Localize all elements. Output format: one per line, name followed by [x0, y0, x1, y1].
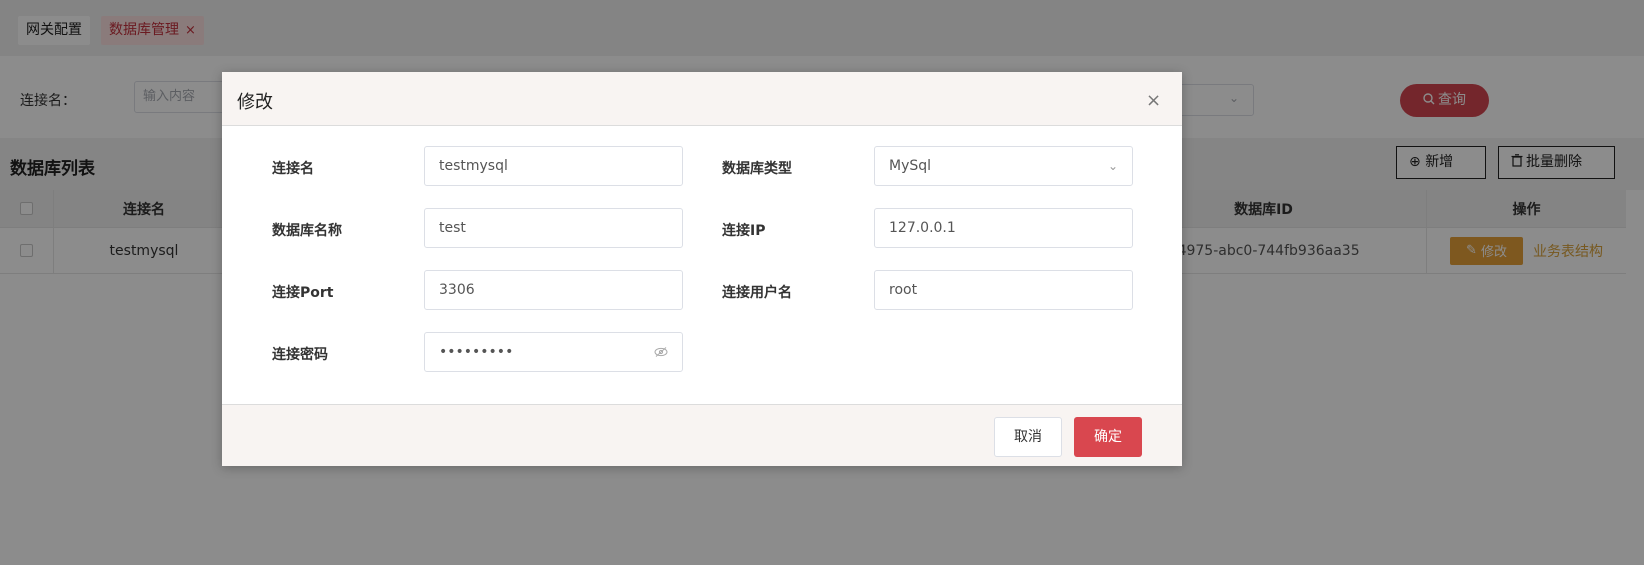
conn-user-input[interactable]: root — [874, 270, 1133, 310]
conn-password-label: 连接密码 — [272, 347, 328, 363]
conn-user-label: 连接用户名 — [722, 285, 792, 301]
edit-dialog: 修改 × 连接名 testmysql 数据库类型 MySql ⌄ 数据库名称 t… — [222, 72, 1182, 466]
dialog-title: 修改 — [237, 92, 273, 113]
conn-password-input[interactable]: ••••••••• — [424, 332, 683, 372]
conn-name-label: 连接名 — [272, 161, 314, 177]
db-name-label: 数据库名称 — [272, 223, 342, 239]
db-type-select[interactable]: MySql ⌄ — [874, 146, 1133, 186]
db-type-label: 数据库类型 — [722, 161, 792, 177]
dialog-header: 修改 × — [222, 72, 1182, 126]
db-type-value: MySql — [889, 158, 932, 174]
conn-password-value: ••••••••• — [439, 344, 514, 360]
conn-ip-label: 连接IP — [722, 223, 766, 239]
chevron-down-icon: ⌄ — [1107, 159, 1118, 173]
eye-off-icon[interactable] — [654, 347, 668, 357]
conn-ip-input[interactable]: 127.0.0.1 — [874, 208, 1133, 248]
page: 网关配置 数据库管理 × 连接名： 输入内容 ⌄ 查询 数据库列表 ⊕ 新增 批… — [0, 0, 1644, 565]
cancel-button[interactable]: 取消 — [994, 417, 1062, 457]
conn-port-label: 连接Port — [272, 285, 334, 301]
db-name-input[interactable]: test — [424, 208, 683, 248]
confirm-button[interactable]: 确定 — [1074, 417, 1142, 457]
dialog-footer: 取消 确定 — [222, 404, 1182, 466]
conn-name-input[interactable]: testmysql — [424, 146, 683, 186]
close-icon[interactable]: × — [1146, 92, 1161, 110]
dialog-form: 连接名 testmysql 数据库类型 MySql ⌄ 数据库名称 test 连… — [222, 126, 1182, 404]
conn-port-input[interactable]: 3306 — [424, 270, 683, 310]
